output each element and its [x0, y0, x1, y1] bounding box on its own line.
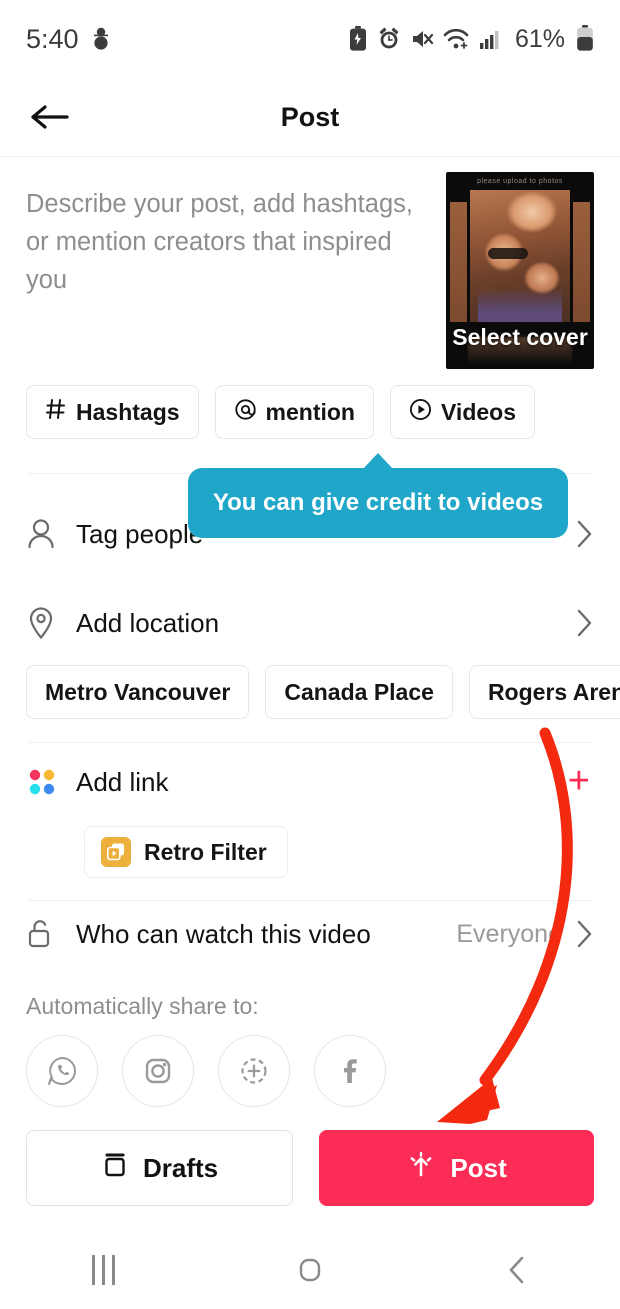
- share-target-facebook[interactable]: [314, 1035, 386, 1107]
- back-arrow-icon: [31, 105, 69, 129]
- chip-mention[interactable]: mention: [214, 385, 374, 439]
- four-dots-icon: [26, 766, 70, 798]
- chip-mention-label: mention: [265, 398, 355, 425]
- location-chip[interactable]: Canada Place: [265, 665, 453, 719]
- cover-photo: [470, 190, 570, 322]
- divider-before-add-link: [28, 742, 592, 743]
- location-chip[interactable]: Rogers Arena: [468, 665, 620, 719]
- tooltip-arrow: [363, 453, 393, 469]
- person-icon: [26, 518, 70, 550]
- page-header: Post: [0, 78, 620, 157]
- unlock-icon: [26, 917, 70, 951]
- add-link-plus-button[interactable]: +: [568, 762, 590, 800]
- row-who-can-watch[interactable]: Who can watch this video Everyone: [0, 898, 620, 970]
- chip-videos[interactable]: Videos: [390, 385, 535, 439]
- nav-recents-button[interactable]: [58, 1240, 148, 1300]
- cover-strip-right: [573, 202, 590, 322]
- post-button-label: Post: [450, 1152, 507, 1183]
- retro-filter-icon: [101, 837, 131, 867]
- back-button[interactable]: [26, 93, 74, 141]
- chip-hashtags-label: Hashtags: [76, 398, 180, 425]
- battery-percent: 61%: [514, 24, 565, 53]
- status-time: 5:40: [26, 23, 79, 54]
- cover-thumbnail[interactable]: please upload to photos Select cover: [446, 172, 594, 369]
- chip-videos-label: Videos: [441, 398, 516, 425]
- back-icon: [509, 1256, 523, 1283]
- tooltip-text: You can give credit to videos: [212, 489, 544, 516]
- whatsapp-icon: [48, 1057, 76, 1086]
- cellular-signal-icon: [479, 26, 503, 52]
- recents-icon: [91, 1254, 115, 1285]
- row-tag-people-label: Tag people: [76, 518, 204, 549]
- drafts-button-label: Drafts: [143, 1152, 219, 1183]
- who-can-watch-value: Everyone: [456, 919, 562, 948]
- cover-strip-left: [450, 202, 467, 322]
- row-add-location-label: Add location: [76, 607, 220, 638]
- chevron-right-icon[interactable]: [574, 518, 594, 550]
- row-add-location[interactable]: Add location: [0, 587, 620, 659]
- alarm-icon: [377, 26, 401, 52]
- chip-retro-filter[interactable]: Retro Filter: [84, 826, 288, 878]
- nav-home-button[interactable]: [265, 1240, 355, 1300]
- auto-share-label: Automatically share to:: [26, 993, 259, 1019]
- row-add-link-label: Add link: [76, 766, 169, 797]
- android-nav-bar: [0, 1230, 620, 1309]
- chevron-right-icon[interactable]: [574, 607, 594, 639]
- mute-icon: [410, 26, 434, 52]
- location-chip-label: Canada Place: [284, 678, 434, 705]
- status-bar: 5:40 61%: [0, 0, 620, 78]
- location-pin-icon: [26, 606, 70, 640]
- chevron-right-icon[interactable]: [574, 918, 594, 950]
- link-chip-row: Retro Filter: [84, 826, 288, 878]
- row-add-link[interactable]: Add link: [0, 746, 620, 818]
- drafts-box-icon: [101, 1151, 129, 1186]
- location-chip-row: Metro Vancouver Canada Place Rogers Aren…: [0, 665, 620, 719]
- home-icon: [299, 1258, 321, 1281]
- status-icons: 61%: [348, 25, 594, 54]
- location-chip[interactable]: Metro Vancouver: [26, 665, 250, 719]
- action-button-bar: Drafts Post: [26, 1130, 594, 1206]
- share-target-instagram[interactable]: [122, 1035, 194, 1107]
- battery-icon: [576, 25, 594, 53]
- page-title: Post: [280, 101, 340, 132]
- caption-input[interactable]: Describe your post, add hashtags, or men…: [26, 185, 426, 299]
- wifi-icon: [443, 26, 470, 52]
- battery-saver-icon: [348, 26, 368, 52]
- facebook-icon: [344, 1059, 357, 1083]
- instagram-story-icon: [241, 1058, 267, 1084]
- chip-retro-filter-label: Retro Filter: [144, 838, 267, 865]
- hashtag-icon: [45, 398, 67, 426]
- cover-top-caption: please upload to photos: [477, 178, 563, 185]
- tag-chip-row: Hashtags mention Videos: [0, 385, 620, 439]
- phone-screen: 5:40 61% Post Describe your post, add ha…: [0, 0, 620, 1309]
- row-who-can-watch-label: Who can watch this video: [76, 918, 371, 949]
- at-mention-icon: [234, 398, 257, 427]
- instagram-icon: [145, 1058, 171, 1084]
- location-chip-label: Rogers Arena: [487, 678, 620, 705]
- post-button[interactable]: Post: [319, 1130, 594, 1206]
- select-cover-label: Select cover: [452, 324, 588, 350]
- drafts-button[interactable]: Drafts: [26, 1130, 294, 1206]
- caption-area: Describe your post, add hashtags, or men…: [0, 157, 620, 385]
- share-target-instagram-story[interactable]: [218, 1035, 290, 1107]
- auto-share-targets: [26, 1035, 386, 1107]
- upload-burst-icon: [406, 1150, 436, 1187]
- nav-back-button[interactable]: [472, 1240, 562, 1300]
- share-target-whatsapp[interactable]: [26, 1035, 98, 1107]
- play-circle-icon: [409, 398, 432, 427]
- location-chip-label: Metro Vancouver: [45, 678, 231, 705]
- tooltip-videos-credit[interactable]: You can give credit to videos: [188, 453, 568, 538]
- snowman-icon: [91, 26, 111, 52]
- chip-hashtags[interactable]: Hashtags: [26, 385, 199, 439]
